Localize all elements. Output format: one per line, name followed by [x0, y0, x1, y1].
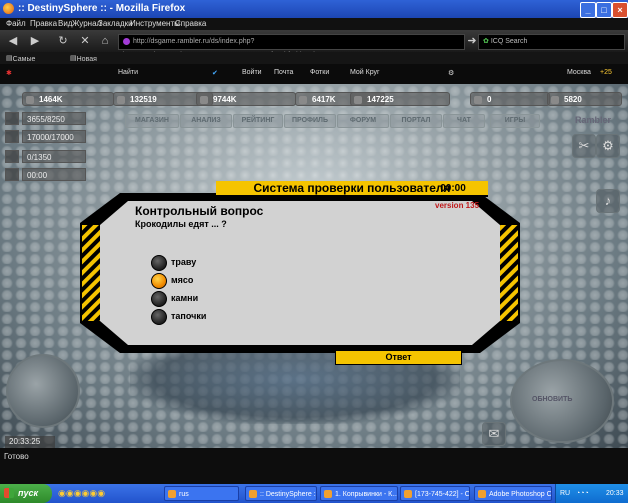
stat-2: 17000/17000 — [22, 130, 86, 143]
go-icon[interactable]: ➜ — [465, 34, 479, 48]
mail-button[interactable]: Почта — [274, 69, 293, 76]
radio-button[interactable] — [151, 291, 167, 307]
rambler-logo: Rambler — [575, 115, 612, 125]
stat-icon-4 — [5, 168, 19, 181]
status-bar: Готово — [0, 448, 628, 484]
quicklaunch-icons[interactable]: ◉◉◉◉◉◉ — [58, 488, 105, 499]
url-bar[interactable]: http://dsgame.rambler.ru/ds/index.php?ck… — [118, 34, 465, 59]
submit-answer-button[interactable]: Ответ — [335, 350, 462, 365]
menu-bookmarks[interactable]: Закладки — [98, 19, 133, 28]
my-circle-button[interactable]: Мой Круг — [350, 69, 380, 76]
menu-view[interactable]: Вид — [58, 19, 72, 28]
resource-6: 0 — [470, 92, 550, 106]
window-titlebar: :: DestinySphere :: - Mozilla Firefox _ … — [0, 0, 628, 18]
login-button[interactable]: Войти — [242, 69, 262, 76]
nav-rating[interactable]: РЕЙТИНГ — [233, 114, 283, 128]
minimize-button[interactable]: _ — [580, 2, 596, 18]
addon-toolbar: ✱ Найти ✔ Войти Почта Фотки Мой Круг ⚙ М… — [0, 64, 628, 84]
task-destinysphere[interactable]: :: DestinySphere :: ... — [245, 486, 317, 501]
menu-bar: Файл Правка Вид Журнал Закладки Инструме… — [0, 18, 628, 30]
menu-tools[interactable]: Инструменты — [130, 19, 180, 28]
nav-games[interactable]: ИГРЫ — [490, 114, 540, 128]
resource-5: 147225 — [350, 92, 450, 106]
forward-icon[interactable]: ▶ — [28, 34, 42, 48]
bookmarks-bar: ▤ Самые популярные ▤ Новая папка — [0, 52, 628, 70]
tray-icons[interactable]: ◔◔◔ — [576, 484, 589, 503]
yandex-icon[interactable]: ✱ — [6, 69, 12, 77]
menu-file[interactable]: Файл — [6, 19, 26, 28]
stat-icon-1 — [5, 112, 19, 125]
radio-button-selected[interactable] — [151, 273, 167, 289]
check-icon[interactable]: ✔ — [212, 69, 218, 77]
site-favicon-icon — [123, 37, 130, 45]
stat-4: 00:00 — [22, 168, 86, 181]
game-clock: 20:33:25 — [5, 436, 55, 448]
radio-button[interactable] — [151, 255, 167, 271]
stop-icon[interactable]: ✕ — [78, 34, 92, 48]
bookmark-new-folder[interactable]: ▤ Новая папка — [70, 54, 97, 70]
weather-temp: +25 — [600, 69, 612, 76]
stat-3: 0/1350 — [22, 150, 86, 163]
nav-profile[interactable]: ПРОФИЛЬ — [284, 114, 336, 128]
window-title: :: DestinySphere :: - Mozilla Firefox — [18, 3, 186, 14]
resource-7: 5820 — [547, 92, 622, 106]
icq-icon: ✿ — [483, 38, 489, 45]
mail-icon[interactable]: ✉ — [482, 422, 506, 446]
music-icon[interactable]: ♪ — [596, 189, 620, 213]
firefox-icon — [3, 3, 14, 14]
menu-history[interactable]: Журнал — [72, 19, 101, 28]
option-label: траву — [171, 257, 197, 267]
status-text: Готово — [4, 452, 29, 461]
nav-portal[interactable]: ПОРТАЛ — [390, 114, 442, 128]
taskbar: пуск ◉◉◉◉◉◉ rus :: DestinySphere :: ... … — [0, 484, 628, 503]
task-rus[interactable]: rus — [164, 486, 239, 501]
nav-forum[interactable]: ФОРУМ — [337, 114, 389, 128]
refresh-label: ОБНОВИТЬ — [532, 396, 573, 403]
settings-icon[interactable]: ⚙ — [448, 69, 454, 77]
resource-1: 1464K — [22, 92, 114, 106]
option-label: камни — [171, 293, 199, 303]
home-icon[interactable]: ⌂ — [98, 34, 112, 48]
info-dial-icon[interactable] — [6, 354, 80, 428]
question-text: Крокодилы едят ... ? — [135, 219, 227, 229]
option-label: мясо — [171, 275, 194, 285]
find-button[interactable]: Найти — [118, 69, 138, 76]
dialog-version: version 135 — [435, 201, 480, 210]
resource-3: 9744K — [196, 92, 296, 106]
language-indicator[interactable]: RU — [560, 484, 570, 503]
settings-gear-icon[interactable]: ⚙ — [596, 134, 620, 158]
bookmark-popular[interactable]: ▤ Самые популярные — [6, 54, 52, 70]
back-icon[interactable]: ◀ — [6, 34, 20, 48]
maximize-button[interactable]: □ — [596, 2, 612, 18]
stat-1: 3655/8250 — [22, 112, 86, 125]
photos-button[interactable]: Фотки — [310, 69, 329, 76]
task-kopryvinki[interactable]: 1. Копрывинки - К... — [320, 486, 398, 501]
task-photoshop[interactable]: Adobe Photoshop CS3 — [474, 486, 552, 501]
start-button[interactable]: пуск — [0, 484, 52, 503]
system-tray: RU ◔◔◔ 20:33 — [555, 484, 628, 503]
nav-analysis[interactable]: АНАЛИЗ — [180, 114, 232, 128]
tools-icon[interactable]: ✂ — [572, 134, 596, 158]
question-heading: Контрольный вопрос — [135, 204, 264, 218]
navigation-toolbar: ◀ ▶ ↻ ✕ ⌂ http://dsgame.rambler.ru/ds/in… — [0, 30, 628, 59]
radio-button[interactable] — [151, 309, 167, 325]
nav-chat[interactable]: ЧАТ — [443, 114, 485, 128]
reload-icon[interactable]: ↻ — [56, 34, 70, 48]
verification-dialog: Система проверки пользователя 00:00 vers… — [80, 181, 520, 365]
close-button[interactable]: × — [612, 2, 628, 18]
stat-icon-3 — [5, 150, 19, 163]
nav-shop[interactable]: МАГАЗИН — [125, 114, 179, 128]
search-input[interactable]: ✿ ICQ Search — [478, 34, 625, 50]
menu-help[interactable]: Справка — [175, 19, 206, 28]
task-icq[interactable]: [173-745-422] - Се... — [400, 486, 470, 501]
dialog-timer: 00:00 — [440, 183, 466, 194]
menu-edit[interactable]: Правка — [30, 19, 57, 28]
option-label: тапочки — [171, 311, 207, 321]
stat-icon-2 — [5, 130, 19, 143]
search-placeholder: ICQ Search — [490, 38, 528, 45]
clock: 20:33 — [606, 490, 624, 497]
city-label: Москва — [567, 69, 591, 76]
